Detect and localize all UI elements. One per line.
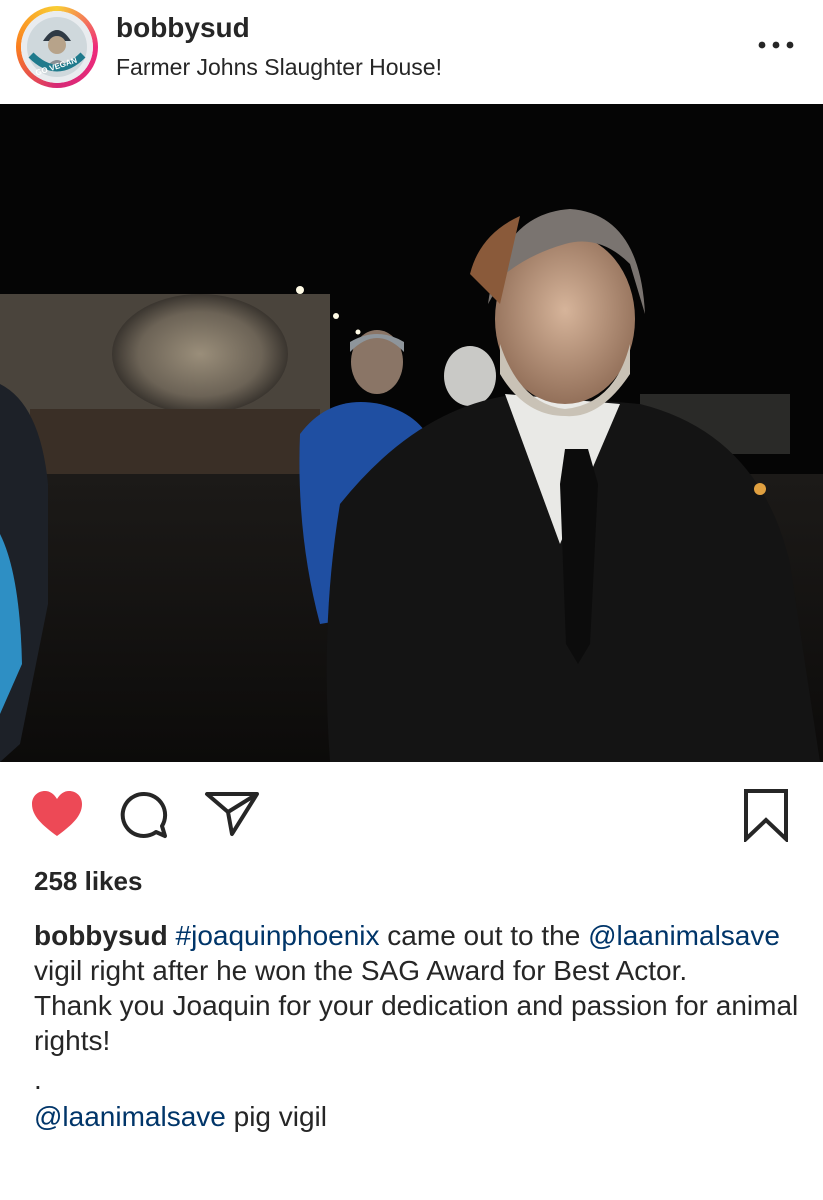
post-image[interactable] <box>0 104 823 762</box>
action-bar <box>0 762 823 862</box>
caption-hashtag[interactable]: #joaquinphoenix <box>176 920 380 951</box>
likes-count[interactable]: 258 likes <box>34 866 142 897</box>
comment-icon[interactable] <box>118 790 170 845</box>
heart-filled-icon[interactable] <box>30 790 84 843</box>
caption-text-2: vigil right after he won the SAG Award f… <box>34 955 688 986</box>
post-header: GO VEGAN bobbysud Farmer Johns Slaughter… <box>0 0 823 104</box>
avatar-story-ring[interactable]: GO VEGAN <box>16 6 98 88</box>
caption-username[interactable]: bobbysud <box>34 920 168 951</box>
caption-mention-2[interactable]: @laanimalsave <box>34 1101 226 1132</box>
caption-text-1: came out to the <box>379 920 581 951</box>
header-username[interactable]: bobbysud <box>116 12 250 44</box>
caption-dot: . <box>34 1064 42 1095</box>
caption-text-3: Thank you Joaquin for your dedication an… <box>34 990 799 1056</box>
avatar[interactable]: GO VEGAN <box>21 11 93 83</box>
header-location[interactable]: Farmer Johns Slaughter House! <box>116 54 442 81</box>
send-icon[interactable] <box>204 790 260 843</box>
more-horizontal-icon[interactable] <box>756 30 796 60</box>
caption-text-4: pig vigil <box>225 1101 328 1132</box>
avatar-image: GO VEGAN <box>21 11 93 83</box>
photo-illustration <box>0 104 823 762</box>
caption-mention-1[interactable]: @laanimalsave <box>588 920 780 951</box>
bookmark-icon[interactable] <box>742 788 790 847</box>
post-caption: bobbysud #joaquinphoenix came out to the… <box>34 918 804 1134</box>
